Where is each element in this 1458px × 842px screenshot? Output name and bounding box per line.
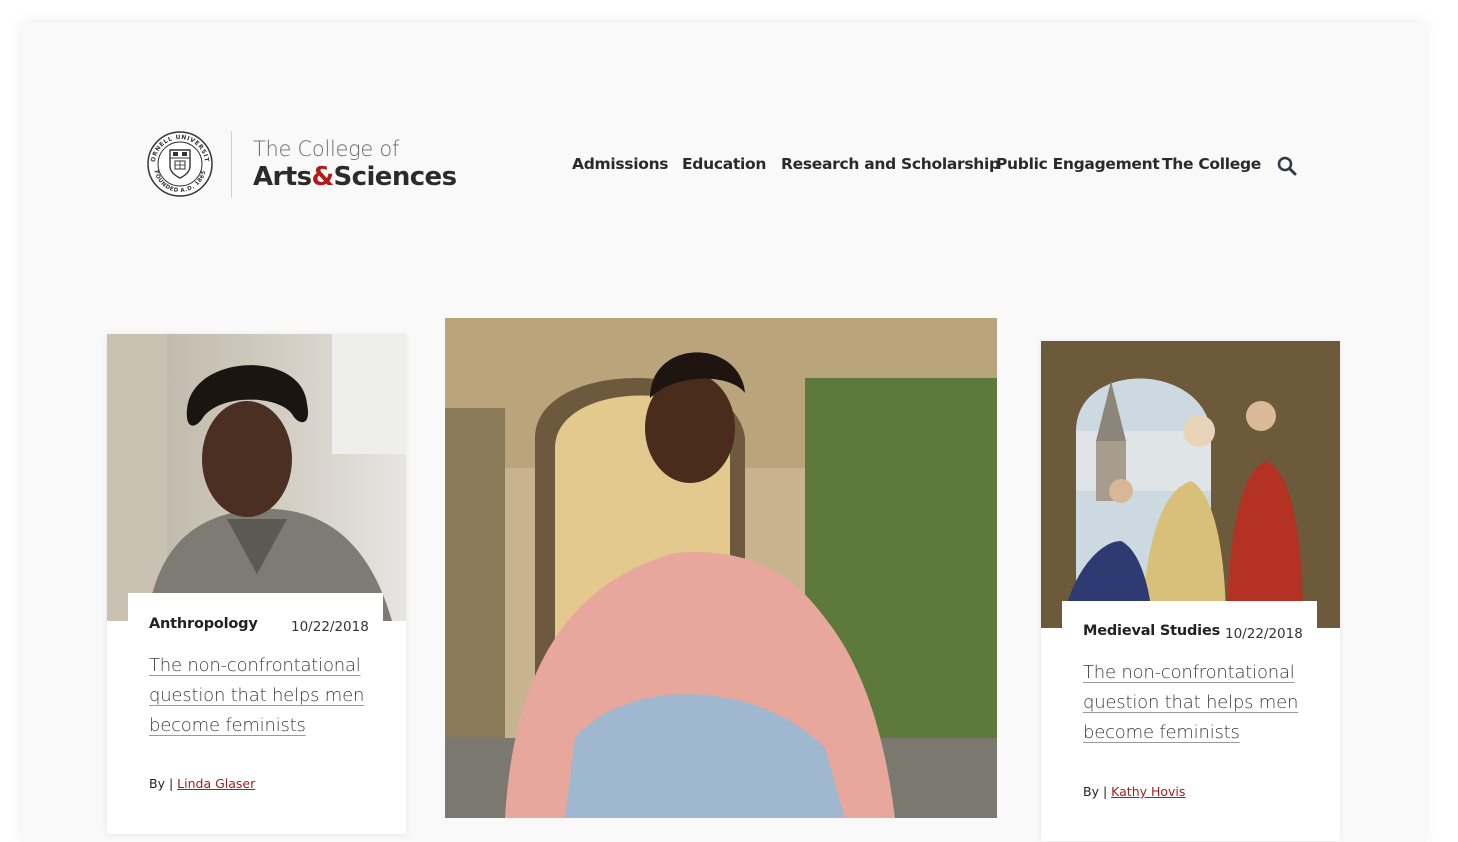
nav-admissions[interactable]: Admissions — [572, 155, 669, 173]
logo-line-2: Arts&Sciences — [253, 162, 458, 192]
college-wordmark[interactable]: The College of Arts&Sciences — [253, 136, 458, 192]
article-byline: By | Linda Glaser — [149, 776, 255, 791]
article-image-medieval-illustration[interactable] — [1041, 341, 1340, 628]
logo-word-sciences: Sciences — [333, 162, 458, 192]
cornell-seal-logo[interactable]: CORNELL UNIVERSITY FOUNDED A.D. 1865 — [143, 125, 214, 198]
article-category[interactable]: Anthropology — [149, 616, 258, 632]
article-date: 10/22/2018 — [291, 619, 369, 635]
nav-education[interactable]: Education — [682, 155, 766, 173]
article-category[interactable]: Medieval Studies — [1083, 623, 1220, 639]
author-link[interactable]: Linda Glaser — [177, 776, 255, 791]
article-headline-link[interactable]: The non-confrontational question that he… — [1083, 658, 1303, 748]
nav-research-and-scholarship[interactable]: Research and Scholarship — [781, 155, 1000, 173]
logo-divider — [231, 131, 232, 198]
article-date: 10/22/2018 — [1225, 626, 1303, 642]
logo-ampersand: & — [311, 162, 334, 192]
nav-public-engagement[interactable]: Public Engagement — [996, 155, 1160, 173]
featured-image-student[interactable] — [445, 318, 997, 818]
logo-word-arts: Arts — [253, 162, 312, 192]
article-headline-link[interactable]: The non-confrontational question that he… — [149, 651, 369, 741]
logo-line-1: The College of — [253, 137, 400, 161]
author-link[interactable]: Kathy Hovis — [1111, 784, 1185, 799]
nav-the-college[interactable]: The College — [1162, 155, 1261, 173]
search-icon[interactable] — [1277, 156, 1297, 176]
article-image-portrait[interactable] — [107, 334, 406, 621]
byline-prefix: By | — [1083, 784, 1108, 799]
byline-prefix: By | — [149, 776, 174, 791]
article-byline: By | Kathy Hovis — [1083, 784, 1185, 799]
